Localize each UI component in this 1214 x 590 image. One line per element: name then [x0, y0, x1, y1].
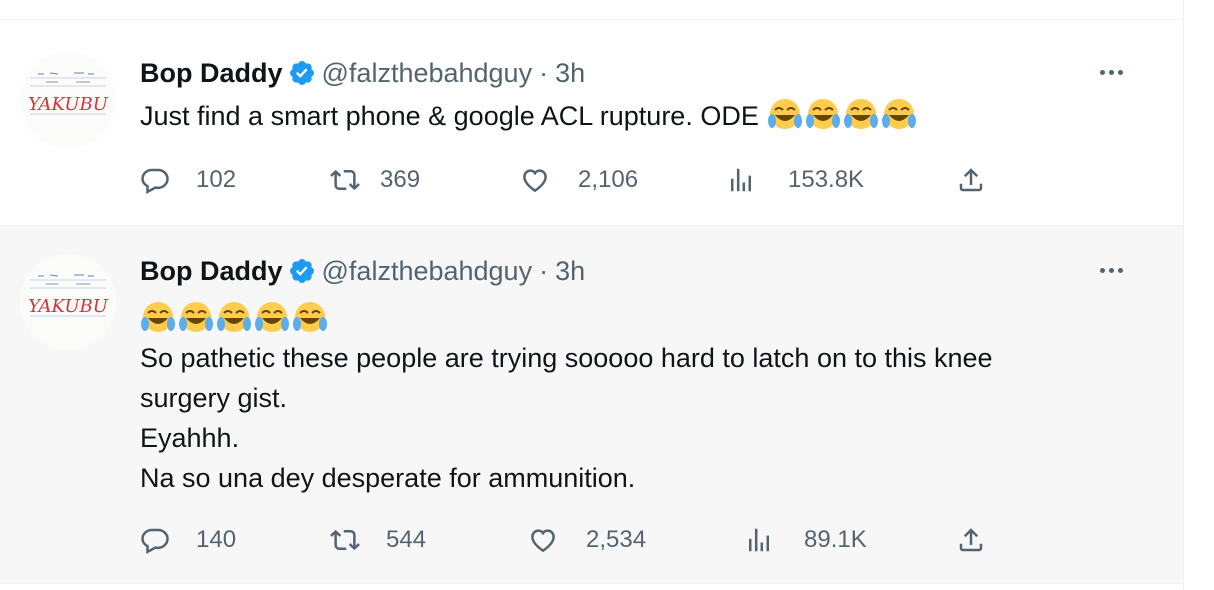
like-count: 2,534: [586, 526, 647, 553]
repost-button[interactable]: 544: [330, 522, 426, 558]
tears-of-joy-emoji-icon: [805, 97, 841, 133]
author-name[interactable]: Bop Daddy: [140, 56, 283, 90]
separator-dot: ·: [539, 58, 549, 88]
views-count: 153.8K: [788, 166, 865, 193]
verified-badge-icon: [288, 257, 316, 285]
reply-button[interactable]: 102: [140, 162, 236, 198]
views-chart-icon: [726, 165, 756, 195]
repost-count: 369: [380, 166, 421, 193]
emoji-group: [767, 97, 917, 133]
tweet[interactable]: YAKUBU Bop Daddy @falzthebahdguy · 3h Ju…: [0, 20, 1183, 226]
like-button[interactable]: 2,106: [520, 162, 638, 198]
reply-count: 102: [196, 166, 237, 193]
timestamp[interactable]: 3h: [555, 254, 585, 288]
tears-of-joy-emoji-icon: [216, 300, 252, 336]
tweet[interactable]: YAKUBU Bop Daddy @falzthebahdguy · 3h So…: [0, 226, 1183, 584]
tears-of-joy-emoji-icon: [178, 300, 214, 336]
author-handle[interactable]: @falzthebahdguy: [322, 56, 533, 90]
separator-dot: ·: [539, 256, 549, 286]
author-name[interactable]: Bop Daddy: [140, 254, 283, 288]
avatar[interactable]: YAKUBU: [20, 52, 116, 148]
repost-icon: [330, 525, 360, 555]
avatar-image: YAKUBU: [20, 254, 116, 350]
share-icon: [956, 165, 986, 195]
tears-of-joy-emoji-icon: [843, 97, 879, 133]
author-handle[interactable]: @falzthebahdguy: [322, 254, 533, 288]
reply-count: 140: [196, 526, 237, 553]
tears-of-joy-emoji-icon: [881, 97, 917, 133]
svg-text:YAKUBU: YAKUBU: [28, 296, 109, 317]
tweet-text-line: surgery gist.: [140, 382, 288, 413]
repost-button[interactable]: 369: [330, 162, 420, 198]
reply-button[interactable]: 140: [140, 522, 236, 558]
avatar[interactable]: YAKUBU: [20, 254, 116, 350]
views-count: 89.1K: [804, 526, 867, 553]
tears-of-joy-emoji-icon: [292, 300, 328, 336]
share-icon: [956, 525, 986, 555]
heart-icon: [520, 165, 550, 195]
share-button[interactable]: [956, 522, 986, 558]
tears-of-joy-emoji-icon: [254, 300, 290, 336]
reply-icon: [140, 525, 170, 555]
tweet-text: So pathetic these people are trying sooo…: [140, 296, 1140, 498]
verified-badge-icon: [288, 59, 316, 87]
more-options-icon[interactable]: [1095, 254, 1127, 286]
tweet-text-line: Just find a smart phone & google ACL rup…: [140, 101, 759, 131]
timestamp[interactable]: 3h: [555, 56, 585, 90]
views-button[interactable]: 89.1K: [744, 522, 867, 558]
tweet-header: Bop Daddy @falzthebahdguy · 3h: [140, 56, 585, 90]
tweet-text-line: Na so una dey desperate for ammunition.: [140, 462, 636, 493]
repost-count: 544: [386, 526, 427, 553]
tweet-header: Bop Daddy @falzthebahdguy · 3h: [140, 254, 585, 288]
emoji-group: [140, 298, 328, 338]
reply-icon: [140, 165, 170, 195]
tears-of-joy-emoji-icon: [140, 300, 176, 336]
views-button[interactable]: 153.8K: [726, 162, 864, 198]
more-options-icon[interactable]: [1095, 56, 1127, 88]
like-button[interactable]: 2,534: [528, 522, 646, 558]
avatar-image: YAKUBU: [20, 52, 116, 148]
repost-icon: [330, 165, 360, 195]
tweet-text: Just find a smart phone & google ACL rup…: [140, 98, 1140, 136]
tweet-text-line: Eyahhh.: [140, 422, 240, 453]
tweet-text-line: So pathetic these people are trying sooo…: [140, 342, 993, 373]
tears-of-joy-emoji-icon: [767, 97, 803, 133]
views-chart-icon: [744, 525, 774, 555]
heart-icon: [528, 525, 558, 555]
share-button[interactable]: [956, 162, 986, 198]
svg-text:YAKUBU: YAKUBU: [28, 94, 109, 115]
timeline: YAKUBU Bop Daddy @falzthebahdguy · 3h Ju…: [0, 0, 1184, 590]
like-count: 2,106: [578, 166, 639, 193]
